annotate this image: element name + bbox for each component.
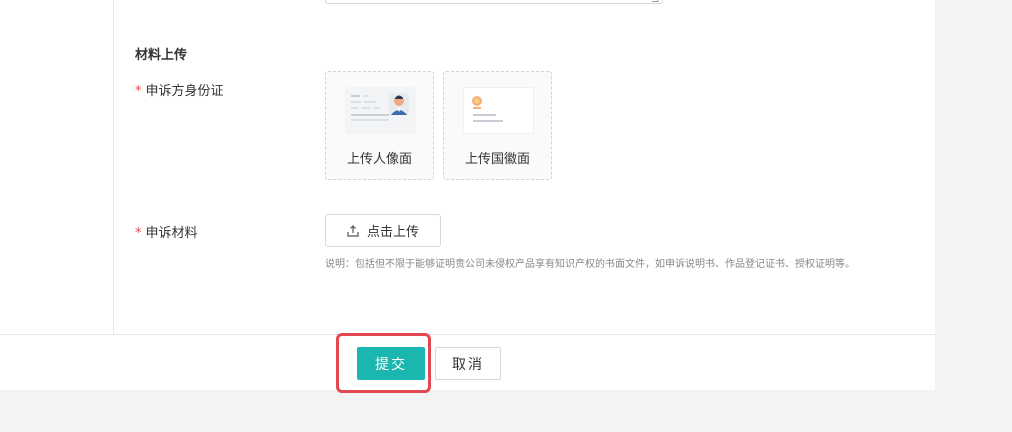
upload-portrait-caption: 上传人像面 (346, 152, 412, 167)
left-divider (113, 0, 114, 334)
required-mark: * (135, 226, 142, 241)
id-card-portrait-icon (345, 87, 416, 134)
previous-textarea[interactable] (325, 0, 663, 4)
footer-divider (0, 334, 935, 335)
upload-materials-label: 点击上传 (366, 225, 419, 240)
upload-icon (347, 224, 359, 237)
cancel-button[interactable]: 取消 (435, 347, 501, 380)
identity-label: 申诉方身份证 (145, 84, 224, 99)
id-card-emblem-icon (463, 87, 534, 134)
upload-portrait-card[interactable]: 上传人像面 (325, 71, 434, 180)
upload-emblem-caption: 上传国徽面 (464, 152, 530, 167)
section-title: 材料上传 (135, 48, 188, 63)
resize-grip-icon[interactable] (651, 0, 661, 2)
identity-label-row: * 申诉方身份证 (135, 80, 224, 99)
upload-emblem-card[interactable]: 上传国徽面 (443, 71, 552, 180)
submit-button[interactable]: 提交 (357, 347, 425, 380)
upload-materials-button[interactable]: 点击上传 (325, 214, 441, 247)
materials-label-row: * 申诉材料 (135, 222, 198, 241)
required-mark: * (135, 84, 142, 99)
materials-label: 申诉材料 (145, 226, 198, 241)
form-panel: 材料上传 * 申诉方身份证 上传人像面 上传国徽面 * 申诉材料 点击上传 说明… (0, 0, 935, 393)
materials-hint: 说明：包括但不限于能够证明贵公司未侵权产品享有知识产权的书面文件，如申诉说明书、… (325, 259, 855, 270)
